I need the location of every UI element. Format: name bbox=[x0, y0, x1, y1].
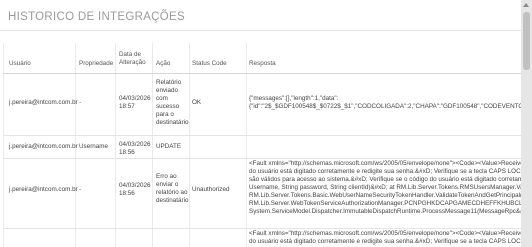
row-acao-line: sucesso bbox=[156, 103, 180, 110]
row-resposta: <Fault xmlns="http://schemas.microsoft.c… bbox=[249, 160, 521, 217]
row-acao-line: UPDATE bbox=[156, 143, 182, 150]
row-acao-line: Erro ao bbox=[156, 173, 177, 180]
scroll-up-arrow-icon[interactable] bbox=[523, 3, 529, 7]
row-status: Unauthorized bbox=[192, 186, 230, 193]
row-resposta-line: RM.Lib.Server.WebTokenServiceAuthorizati… bbox=[249, 200, 521, 207]
row-resposta-line: do usuário está digitado corretamente e … bbox=[249, 168, 521, 175]
scrollbar-thumb[interactable] bbox=[523, 12, 530, 70]
header-divider bbox=[3, 73, 521, 74]
row-date: 04/03/2026 bbox=[119, 182, 151, 189]
row-resposta: {"messages":[],"length":1,"data": {"id":… bbox=[249, 95, 521, 113]
column-header-data-line2[interactable]: Alteração bbox=[119, 59, 146, 67]
row-time: 18:57 bbox=[119, 103, 135, 110]
column-header-data-line1[interactable]: Data de bbox=[119, 51, 141, 59]
row-acao-line: destinatário bbox=[156, 119, 189, 126]
row-acao-line: destinatário bbox=[156, 197, 189, 204]
integration-history-panel: HISTORICO DE INTEGRAÇÕES Usuário Proprie… bbox=[0, 0, 521, 247]
column-header-propriedade[interactable]: Propriedade bbox=[79, 60, 113, 68]
panel-title: HISTORICO DE INTEGRAÇÕES bbox=[8, 11, 185, 23]
vertical-scrollbar[interactable] bbox=[521, 0, 532, 247]
row-divider bbox=[3, 228, 521, 229]
row-acao-line: enviar o bbox=[156, 181, 179, 188]
row-resposta-line: <Fault xmlns="http://schemas.microsoft.c… bbox=[249, 230, 521, 237]
row-time: 18:56 bbox=[119, 190, 135, 197]
row-usuario: j.pereira@intcom.com.br bbox=[9, 186, 78, 193]
row-resposta-line: do usuário está digitado corretamente e … bbox=[249, 238, 521, 245]
column-header-usuario[interactable]: Usuário bbox=[9, 60, 31, 68]
row-resposta-line: System.ServiceModel.Dispatcher.Immutable… bbox=[249, 208, 521, 215]
row-propriedade: - bbox=[79, 186, 82, 193]
row-date: 04/03/2026 bbox=[119, 141, 151, 148]
row-acao-line: para o bbox=[156, 111, 174, 118]
row-divider bbox=[3, 158, 521, 159]
row-resposta-line: <Fault xmlns="http://schemas.microsoft.c… bbox=[249, 160, 521, 167]
row-acao-line: enviado bbox=[156, 87, 179, 94]
row-resposta-line: são válidos para acesso ao sistema.&#xD;… bbox=[249, 176, 521, 183]
column-header-resposta[interactable]: Resposta bbox=[249, 60, 276, 68]
row-resposta-line: Username, String password, String client… bbox=[249, 184, 521, 191]
row-acao-line: relatório ao bbox=[156, 189, 188, 196]
row-resposta-line: {"id":"2$_$GDF100548$_$0722$_$1","CODCOL… bbox=[249, 103, 521, 110]
row-resposta: <Fault xmlns="http://schemas.microsoft.c… bbox=[249, 230, 521, 247]
row-date: 04/03/2026 bbox=[119, 95, 151, 102]
row-acao-line: Relatório bbox=[156, 79, 182, 86]
row-status: OK bbox=[192, 99, 202, 106]
column-header-status[interactable]: Status Code bbox=[192, 60, 227, 68]
row-resposta-line: {"messages":[],"length":1,"data": bbox=[249, 95, 339, 102]
row-acao-line: com bbox=[156, 95, 168, 102]
row-time: 18:56 bbox=[119, 149, 135, 156]
row-usuario: j.pereira@intcom.com.br bbox=[9, 99, 78, 106]
row-usuario: j.pereira@intcom.com.br bbox=[9, 143, 78, 150]
column-header-acao[interactable]: Ação bbox=[156, 60, 170, 68]
row-propriedade: - bbox=[79, 99, 82, 106]
row-propriedade: Username bbox=[79, 143, 109, 150]
title-divider bbox=[0, 30, 521, 31]
row-resposta-line: RM.Lib.Server.Tokens.Basic.WebUserNameSe… bbox=[249, 192, 521, 199]
row-divider bbox=[3, 135, 521, 136]
